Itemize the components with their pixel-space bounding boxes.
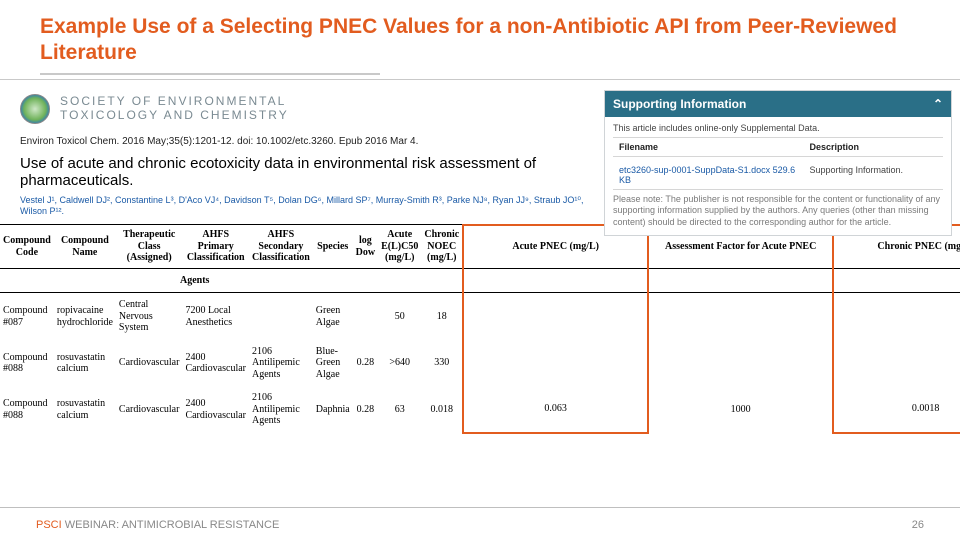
th-logdow: log Dow: [353, 225, 378, 269]
cell-acute-pnec: [463, 293, 648, 340]
slide-title: Example Use of a Selecting PNEC Values f…: [0, 0, 960, 73]
footer-psci: PSCI: [36, 519, 62, 531]
cell-name: ropivacaine hydrochloride: [54, 293, 116, 340]
society-line2: TOXICOLOGY AND CHEMISTRY: [60, 109, 289, 122]
supporting-info-body: This article includes online-only Supple…: [605, 117, 951, 235]
slide-footer: PSCI WEBINAR: ANTIMICROBIAL RESISTANCE 2…: [0, 510, 960, 540]
cell-ec50: 50: [378, 293, 421, 340]
pnec-data-table: Compound Code Compound Name Therapeutic …: [0, 224, 960, 434]
cell-noec: 0.018: [421, 386, 463, 433]
author-list: Vestel J¹, Caldwell DJ², Constantine L³,…: [20, 195, 600, 218]
publisher-note: Please note: The publisher is not respon…: [613, 194, 943, 229]
article-left-column: SOCIETY OF ENVIRONMENTAL TOXICOLOGY AND …: [20, 88, 600, 218]
agents-label: Agents: [0, 268, 463, 293]
paper-title: Use of acute and chronic ecotoxicity dat…: [20, 155, 600, 189]
th-class: Therapeutic Class (Assigned): [116, 225, 183, 269]
th-species: Species: [313, 225, 353, 269]
agents-section-row: Agents: [0, 268, 960, 293]
cell-name: rosuvastatin calcium: [54, 386, 116, 433]
cell-af-acute: [648, 293, 833, 340]
cell-logdow: [353, 293, 378, 340]
file-header-row: Filename Description: [613, 137, 943, 157]
cell-chronic-pnec: 0.0018: [833, 386, 960, 433]
supporting-info-header[interactable]: Supporting Information ⌃: [605, 91, 951, 117]
cell-noec: 18: [421, 293, 463, 340]
setac-logo-icon: [20, 94, 50, 124]
file-data-row: etc3260-sup-0001-SuppData-S1.docx 529.6 …: [613, 161, 943, 190]
table-row: Compound #087 ropivacaine hydrochloride …: [0, 293, 960, 340]
cell-code: Compound #088: [0, 340, 54, 387]
cell-ahfs2: [249, 293, 313, 340]
supporting-info-title: Supporting Information: [613, 97, 746, 111]
article-block: SOCIETY OF ENVIRONMENTAL TOXICOLOGY AND …: [0, 88, 960, 224]
cell-class: Cardiovascular: [116, 386, 183, 433]
th-name: Compound Name: [54, 225, 116, 269]
page-number: 26: [912, 519, 924, 531]
th-ahfs2: AHFS Secondary Classification: [249, 225, 313, 269]
cell-ahfs1: 2400 Cardiovascular: [182, 386, 249, 433]
cell-ec50: >640: [378, 340, 421, 387]
cell-ahfs2: 2106 Antilipemic Agents: [249, 386, 313, 433]
cell-logdow: 0.28: [353, 340, 378, 387]
cell-ahfs1: 2400 Cardiovascular: [182, 340, 249, 387]
th-noec: Chronic NOEC (mg/L): [421, 225, 463, 269]
cell-species: Blue-Green Algae: [313, 340, 353, 387]
cell-chronic-pnec: [833, 340, 960, 387]
cell-logdow: 0.28: [353, 386, 378, 433]
cell-chronic-pnec: [833, 293, 960, 340]
supporting-file-link[interactable]: etc3260-sup-0001-SuppData-S1.docx 529.6 …: [613, 161, 804, 189]
footer-left: PSCI WEBINAR: ANTIMICROBIAL RESISTANCE: [36, 519, 279, 531]
cell-species: Green Algae: [313, 293, 353, 340]
cell-ec50: 63: [378, 386, 421, 433]
th-ec50: Acute E(L)C50 (mg/L): [378, 225, 421, 269]
footer-text: WEBINAR: ANTIMICROBIAL RESISTANCE: [62, 519, 280, 531]
cell-name: rosuvastatin calcium: [54, 340, 116, 387]
title-underline: [40, 73, 380, 75]
supporting-info-intro: This article includes online-only Supple…: [613, 123, 943, 133]
cell-ahfs1: 7200 Local Anesthetics: [182, 293, 249, 340]
footer-divider: [0, 507, 960, 508]
cell-acute-pnec: 0.063: [463, 386, 648, 433]
description-header: Description: [804, 138, 944, 156]
society-line1: SOCIETY OF ENVIRONMENTAL: [60, 95, 289, 108]
society-header: SOCIETY OF ENVIRONMENTAL TOXICOLOGY AND …: [20, 88, 600, 132]
cell-af-acute: 1000: [648, 386, 833, 433]
cell-ahfs2: 2106 Antilipemic Agents: [249, 340, 313, 387]
cell-acute-pnec: [463, 340, 648, 387]
table-row: Compound #088 rosuvastatin calcium Cardi…: [0, 340, 960, 387]
supporting-file-description: Supporting Information.: [804, 161, 944, 189]
society-name: SOCIETY OF ENVIRONMENTAL TOXICOLOGY AND …: [60, 95, 289, 121]
citation-text: Environ Toxicol Chem. 2016 May;35(5):120…: [20, 136, 600, 147]
filename-header: Filename: [613, 138, 804, 156]
th-ahfs1: AHFS Primary Classification: [182, 225, 249, 269]
cell-class: Central Nervous System: [116, 293, 183, 340]
cell-noec: 330: [421, 340, 463, 387]
cell-class: Cardiovascular: [116, 340, 183, 387]
top-divider: [0, 79, 960, 80]
th-code: Compound Code: [0, 225, 54, 269]
cell-code: Compound #087: [0, 293, 54, 340]
cell-species: Daphnia: [313, 386, 353, 433]
table-row: Compound #088 rosuvastatin calcium Cardi…: [0, 386, 960, 433]
cell-code: Compound #088: [0, 386, 54, 433]
supporting-info-panel: Supporting Information ⌃ This article in…: [604, 90, 952, 236]
cell-af-acute: [648, 340, 833, 387]
chevron-up-icon[interactable]: ⌃: [933, 97, 943, 111]
